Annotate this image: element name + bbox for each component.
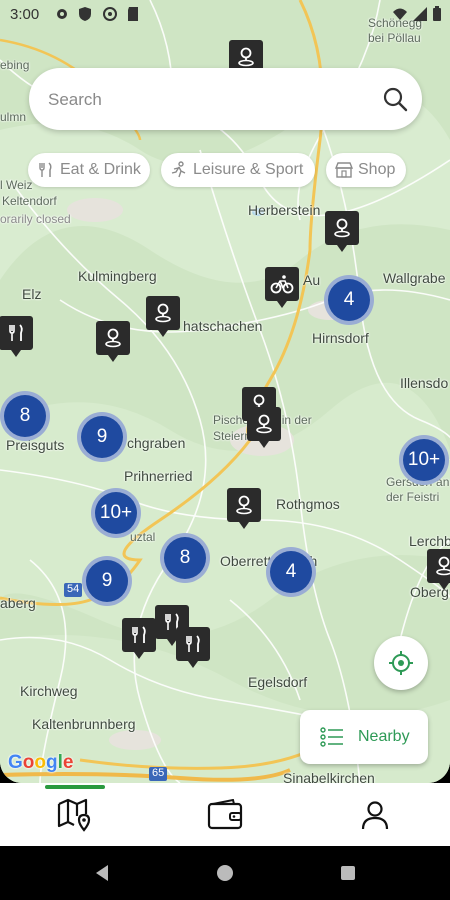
google-logo: Google — [8, 752, 74, 773]
poi-marker[interactable] — [427, 549, 450, 590]
fork-knife-icon — [186, 635, 200, 652]
poi-marker[interactable] — [146, 296, 180, 337]
my-location-button[interactable] — [374, 636, 428, 690]
search-icon[interactable] — [382, 86, 408, 112]
map-label: Rothgmos — [276, 496, 340, 512]
map-label: Elz — [22, 286, 42, 302]
poi-marker[interactable] — [227, 488, 261, 529]
list-icon — [320, 727, 343, 747]
sd-card-icon — [128, 7, 138, 21]
filter-chip-label: Eat & Drink — [60, 161, 141, 178]
map-label: l Weiz — [0, 178, 33, 192]
route-shield: 65 — [152, 767, 165, 779]
map-label: Hirnsdorf — [312, 330, 369, 346]
filter-chip-eat-drink[interactable]: Eat & Drink — [28, 153, 150, 187]
poi-place-icon — [436, 556, 450, 576]
map-label: Kirchweg — [20, 683, 78, 699]
poi-marker[interactable] — [176, 627, 210, 668]
map-label: hatschachen — [183, 318, 263, 334]
nearby-label: Nearby — [358, 728, 410, 745]
system-navigation-bar — [0, 846, 450, 900]
crosshair-icon — [389, 651, 413, 675]
map-label: bei Pöllau — [368, 31, 421, 45]
running-icon — [171, 161, 186, 178]
route-shield: 54 — [67, 583, 80, 595]
map-label: aberg — [0, 595, 36, 611]
settings-icon — [57, 9, 67, 19]
map-cluster[interactable]: 8 — [160, 533, 210, 583]
search-input[interactable] — [46, 86, 370, 114]
poi-marker[interactable] — [247, 407, 281, 448]
map-cluster[interactable]: 4 — [266, 547, 316, 597]
poi-place-icon — [238, 47, 254, 67]
nav-tab-wallet[interactable] — [150, 783, 300, 846]
map-label: ulmn — [0, 110, 27, 124]
poi-marker[interactable] — [265, 267, 299, 308]
map-label: ebing — [0, 58, 30, 72]
map-cluster[interactable]: 4 — [324, 275, 374, 325]
nearby-button[interactable]: Nearby — [300, 710, 428, 764]
poi-place-icon — [256, 414, 272, 434]
sync-icon — [103, 7, 117, 21]
search-bar[interactable] — [29, 68, 422, 130]
map-cluster[interactable]: 9 — [77, 412, 127, 462]
poi-place-icon — [236, 495, 252, 515]
map-cluster[interactable]: 10+ — [399, 435, 449, 485]
poi-marker[interactable] — [0, 316, 33, 357]
map-label: Kaltenbrunnberg — [32, 716, 136, 732]
poi-marker[interactable] — [96, 321, 130, 362]
map-label: Preisguts — [6, 437, 65, 453]
poi-place-icon — [334, 218, 350, 238]
map-view[interactable]: Schönegg bei Pöllau ebing ulmn l Weiz Ke… — [0, 0, 450, 783]
map-label: chgraben — [127, 435, 186, 451]
nav-tab-map[interactable] — [0, 783, 150, 846]
map-cluster[interactable]: 10+ — [91, 488, 141, 538]
map-cluster[interactable]: 8 — [0, 391, 50, 441]
map-label: Keltendorf — [2, 194, 57, 208]
poi-marker[interactable] — [122, 618, 156, 659]
poi-place-icon — [105, 328, 121, 348]
nav-tab-profile[interactable] — [300, 783, 450, 846]
bottom-navigation — [0, 783, 450, 846]
poi-place-icon — [155, 303, 171, 323]
map-label: Egelsdorf — [248, 674, 308, 690]
status-time: 3:00 — [10, 6, 40, 23]
map-label: Herberstein — [248, 202, 321, 218]
map-label: Illensdo — [400, 375, 449, 391]
fork-knife-icon — [9, 324, 23, 341]
map-label: uztal — [130, 530, 156, 544]
map-label-status: orarily closed — [0, 212, 71, 226]
home-icon[interactable] — [215, 863, 235, 883]
map-label: Wallgrabe — [383, 270, 446, 286]
shop-icon — [335, 162, 353, 178]
recents-icon[interactable] — [338, 863, 358, 883]
fork-knife-icon — [132, 626, 146, 643]
wallet-icon — [207, 798, 243, 829]
bicycle-icon — [270, 275, 294, 294]
map-label: Kulmingberg — [78, 268, 157, 284]
signal-icon — [413, 7, 427, 21]
battery-icon — [433, 6, 441, 21]
poi-marker[interactable] — [325, 211, 359, 252]
map-cluster[interactable]: 9 — [82, 556, 132, 606]
fork-knife-icon — [39, 162, 52, 177]
wifi-icon — [393, 8, 407, 20]
status-bar: 3:00 — [0, 0, 450, 30]
map-label: Lerchb — [409, 533, 450, 549]
map-label: Au — [303, 272, 321, 288]
filter-chip-leisure-sport[interactable]: Leisure & Sport — [161, 153, 315, 187]
shield-icon — [79, 7, 91, 21]
map-pin-icon — [57, 798, 91, 832]
map-label: Prihnerried — [124, 468, 193, 484]
filter-chip-label: Shop — [358, 161, 396, 178]
filter-chip-shop[interactable]: Shop — [326, 153, 406, 187]
filter-chip-label: Leisure & Sport — [193, 161, 304, 178]
map-label: Sinabelkirchen — [283, 770, 375, 783]
back-icon[interactable] — [92, 863, 112, 883]
profile-icon — [361, 800, 389, 829]
